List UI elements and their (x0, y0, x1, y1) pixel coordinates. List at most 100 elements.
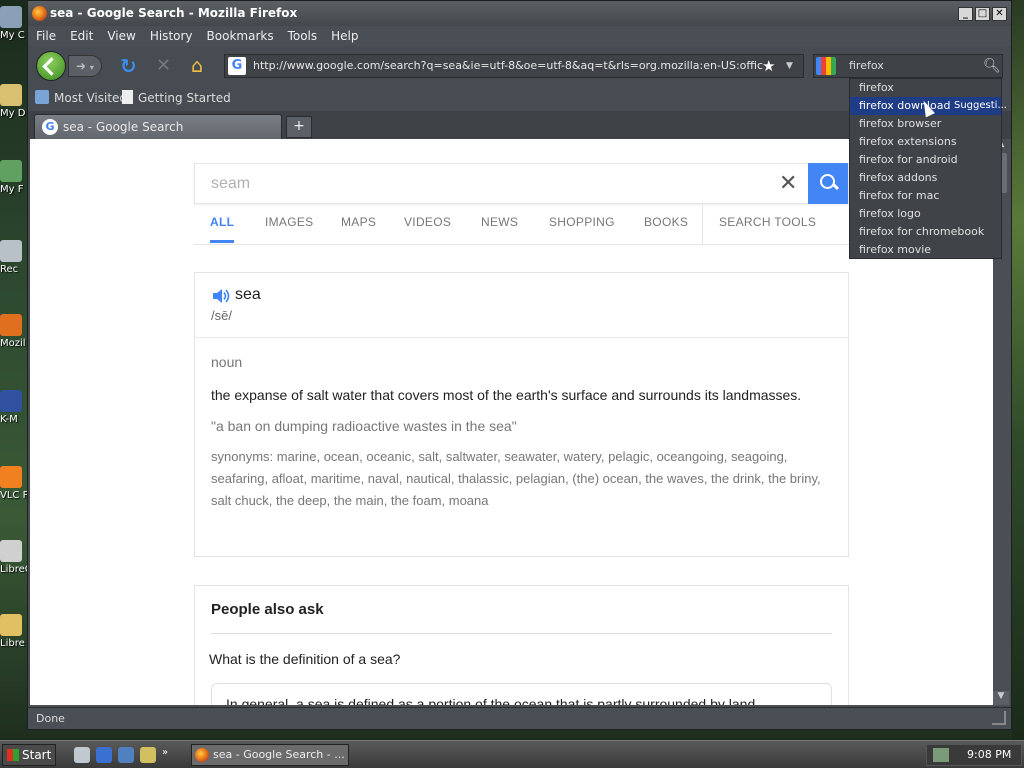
stop-icon[interactable]: ✕ (156, 55, 178, 77)
url-bar[interactable]: G http://www.google.com/search?q=sea&ie=… (224, 54, 804, 78)
firefox-icon (195, 748, 209, 762)
home-icon[interactable]: ⌂ (191, 55, 213, 77)
minimize-button[interactable]: _ (958, 7, 973, 21)
desktop-icon-my-computer[interactable]: My C (0, 6, 30, 41)
suggestion-item[interactable]: firefox browser (850, 115, 1001, 133)
pronunciation: /sē/ (211, 308, 232, 323)
system-tray: 9:08 PM (926, 744, 1022, 766)
google-results-tabs: ALL IMAGES MAPS VIDEOS NEWS SHOPPING BOO… (194, 205, 849, 245)
media-player-icon (0, 390, 22, 412)
speaker-icon[interactable] (212, 288, 230, 304)
search-bar-input[interactable]: firefox (849, 55, 884, 77)
history-dropdown-icon[interactable]: ▾ (90, 63, 94, 72)
bookmark-most-visited[interactable]: Most Visited (35, 86, 127, 111)
network-icon[interactable] (118, 747, 134, 763)
recycle-bin-icon (0, 240, 22, 262)
desktop-icon-recycle[interactable]: Rec (0, 240, 30, 275)
divider (211, 633, 832, 634)
firefox-icon (32, 6, 47, 21)
menu-tools[interactable]: Tools (280, 26, 324, 43)
forward-button[interactable]: ➜ ▾ (68, 55, 102, 77)
desktop-icon-my-documents[interactable]: My D (0, 84, 30, 119)
browser-icon[interactable] (96, 747, 112, 763)
google-search-input[interactable]: seam (211, 164, 250, 204)
desktop-icon-kmplayer[interactable]: K-M (0, 390, 30, 425)
synonyms-list[interactable]: synonyms: marine, ocean, oceanic, salt, … (211, 446, 836, 512)
folder-icon (0, 84, 22, 106)
people-also-ask-question[interactable]: What is the definition of a sea? (209, 651, 400, 667)
title-bar[interactable]: sea - Google Search - Mozilla Firefox _ … (28, 1, 1011, 26)
close-button[interactable]: ✕ (992, 7, 1007, 21)
network-tray-icon[interactable] (933, 748, 949, 762)
start-label: Start (22, 748, 52, 762)
scroll-down-icon[interactable]: ▼ (993, 691, 1009, 705)
bookmark-label: Most Visited (54, 91, 128, 105)
suggestion-item[interactable]: firefox addons (850, 169, 1001, 187)
people-also-ask-card: People also ask What is the definition o… (194, 585, 849, 705)
tab-videos[interactable]: VIDEOS (404, 205, 451, 239)
suggestion-item[interactable]: firefox for android (850, 151, 1001, 169)
resize-grip-icon[interactable] (992, 711, 1006, 725)
most-visited-icon (35, 90, 49, 104)
menu-edit[interactable]: Edit (62, 26, 99, 43)
show-desktop-icon[interactable] (74, 747, 90, 763)
start-button[interactable]: Start (2, 744, 56, 766)
back-arrow-icon[interactable] (36, 51, 66, 81)
tab-all[interactable]: ALL (210, 205, 235, 243)
menu-file[interactable]: File (28, 26, 62, 43)
explorer-icon[interactable] (140, 747, 156, 763)
search-magnifier-icon[interactable]: 🔍︎ (983, 55, 1001, 77)
search-bar[interactable]: firefox 🔍︎ (813, 54, 1003, 78)
people-also-ask-heading: People also ask (211, 601, 324, 618)
tab-maps[interactable]: MAPS (341, 205, 376, 239)
desktop-icon-libreoffice[interactable]: LibreO (0, 540, 30, 575)
desktop-icon-label: Libre (4dd (0, 638, 30, 649)
suggestions-label: Suggesti... (954, 100, 1007, 111)
url-text[interactable]: http://www.google.com/search?q=sea&ie=ut… (253, 55, 763, 77)
desktop-icon-libre-installer[interactable]: Libre (4dd (0, 614, 30, 649)
taskbar-item-firefox[interactable]: sea - Google Search - ... (191, 744, 349, 766)
menu-help[interactable]: Help (323, 26, 364, 43)
reload-icon[interactable]: ↻ (120, 55, 142, 77)
maximize-button[interactable]: □ (975, 7, 990, 21)
url-dropdown-icon[interactable]: ▼ (786, 55, 793, 77)
tab-images[interactable]: IMAGES (265, 205, 313, 239)
google-search-box[interactable]: seam ✕ (194, 163, 849, 204)
taskbar-item-label: sea - Google Search - ... (213, 748, 345, 761)
suggestion-item[interactable]: firefox logo (850, 205, 1001, 223)
suggestion-item[interactable]: firefox (850, 79, 1001, 97)
search-icon[interactable] (808, 163, 848, 204)
desktop-icon-my-files[interactable]: My F (0, 160, 30, 195)
suggestion-item[interactable]: firefox for mac (850, 187, 1001, 205)
answer-box: In general, a sea is defined as a portio… (211, 683, 832, 705)
dictionary-header: sea /sē/ (195, 273, 848, 338)
part-of-speech: noun (211, 354, 243, 370)
suggestion-item[interactable]: firefox extensions (850, 133, 1001, 151)
google-favicon: G (42, 119, 58, 135)
desktop-icon-label: Mozil (0, 338, 26, 349)
bookmark-star-icon[interactable]: ★ (762, 55, 775, 77)
desktop-icon-mozilla[interactable]: Mozil (0, 314, 30, 349)
menu-history[interactable]: History (142, 26, 199, 43)
desktop-icon-vlc[interactable]: VLC P (0, 466, 30, 501)
menu-view[interactable]: View (99, 26, 141, 43)
tab-search-tools[interactable]: SEARCH TOOLS (719, 205, 816, 239)
tab-news[interactable]: NEWS (481, 205, 518, 239)
quick-launch: » (70, 745, 190, 765)
bookmark-getting-started[interactable]: Getting Started (122, 86, 231, 111)
forward-arrow-icon: ➜ (76, 59, 87, 73)
example-sentence: "a ban on dumping radioactive wastes in … (211, 418, 517, 434)
suggestion-item[interactable]: firefox movie (850, 241, 1001, 259)
tab-shopping[interactable]: SHOPPING (549, 205, 615, 239)
page-icon (122, 90, 133, 104)
google-search-engine-icon[interactable] (816, 57, 836, 75)
menu-bar: File Edit View History Bookmarks Tools Help (28, 26, 1011, 46)
clock[interactable]: 9:08 PM (967, 745, 1011, 765)
tab-google-search[interactable]: G sea - Google Search (34, 114, 282, 139)
new-tab-button[interactable]: + (286, 116, 312, 138)
suggestion-item[interactable]: firefox for chromebook (850, 223, 1001, 241)
chevron-right-icon[interactable]: » (162, 747, 178, 763)
menu-bookmarks[interactable]: Bookmarks (199, 26, 280, 43)
clear-icon[interactable]: ✕ (779, 164, 797, 204)
tab-books[interactable]: BOOKS (644, 205, 688, 239)
